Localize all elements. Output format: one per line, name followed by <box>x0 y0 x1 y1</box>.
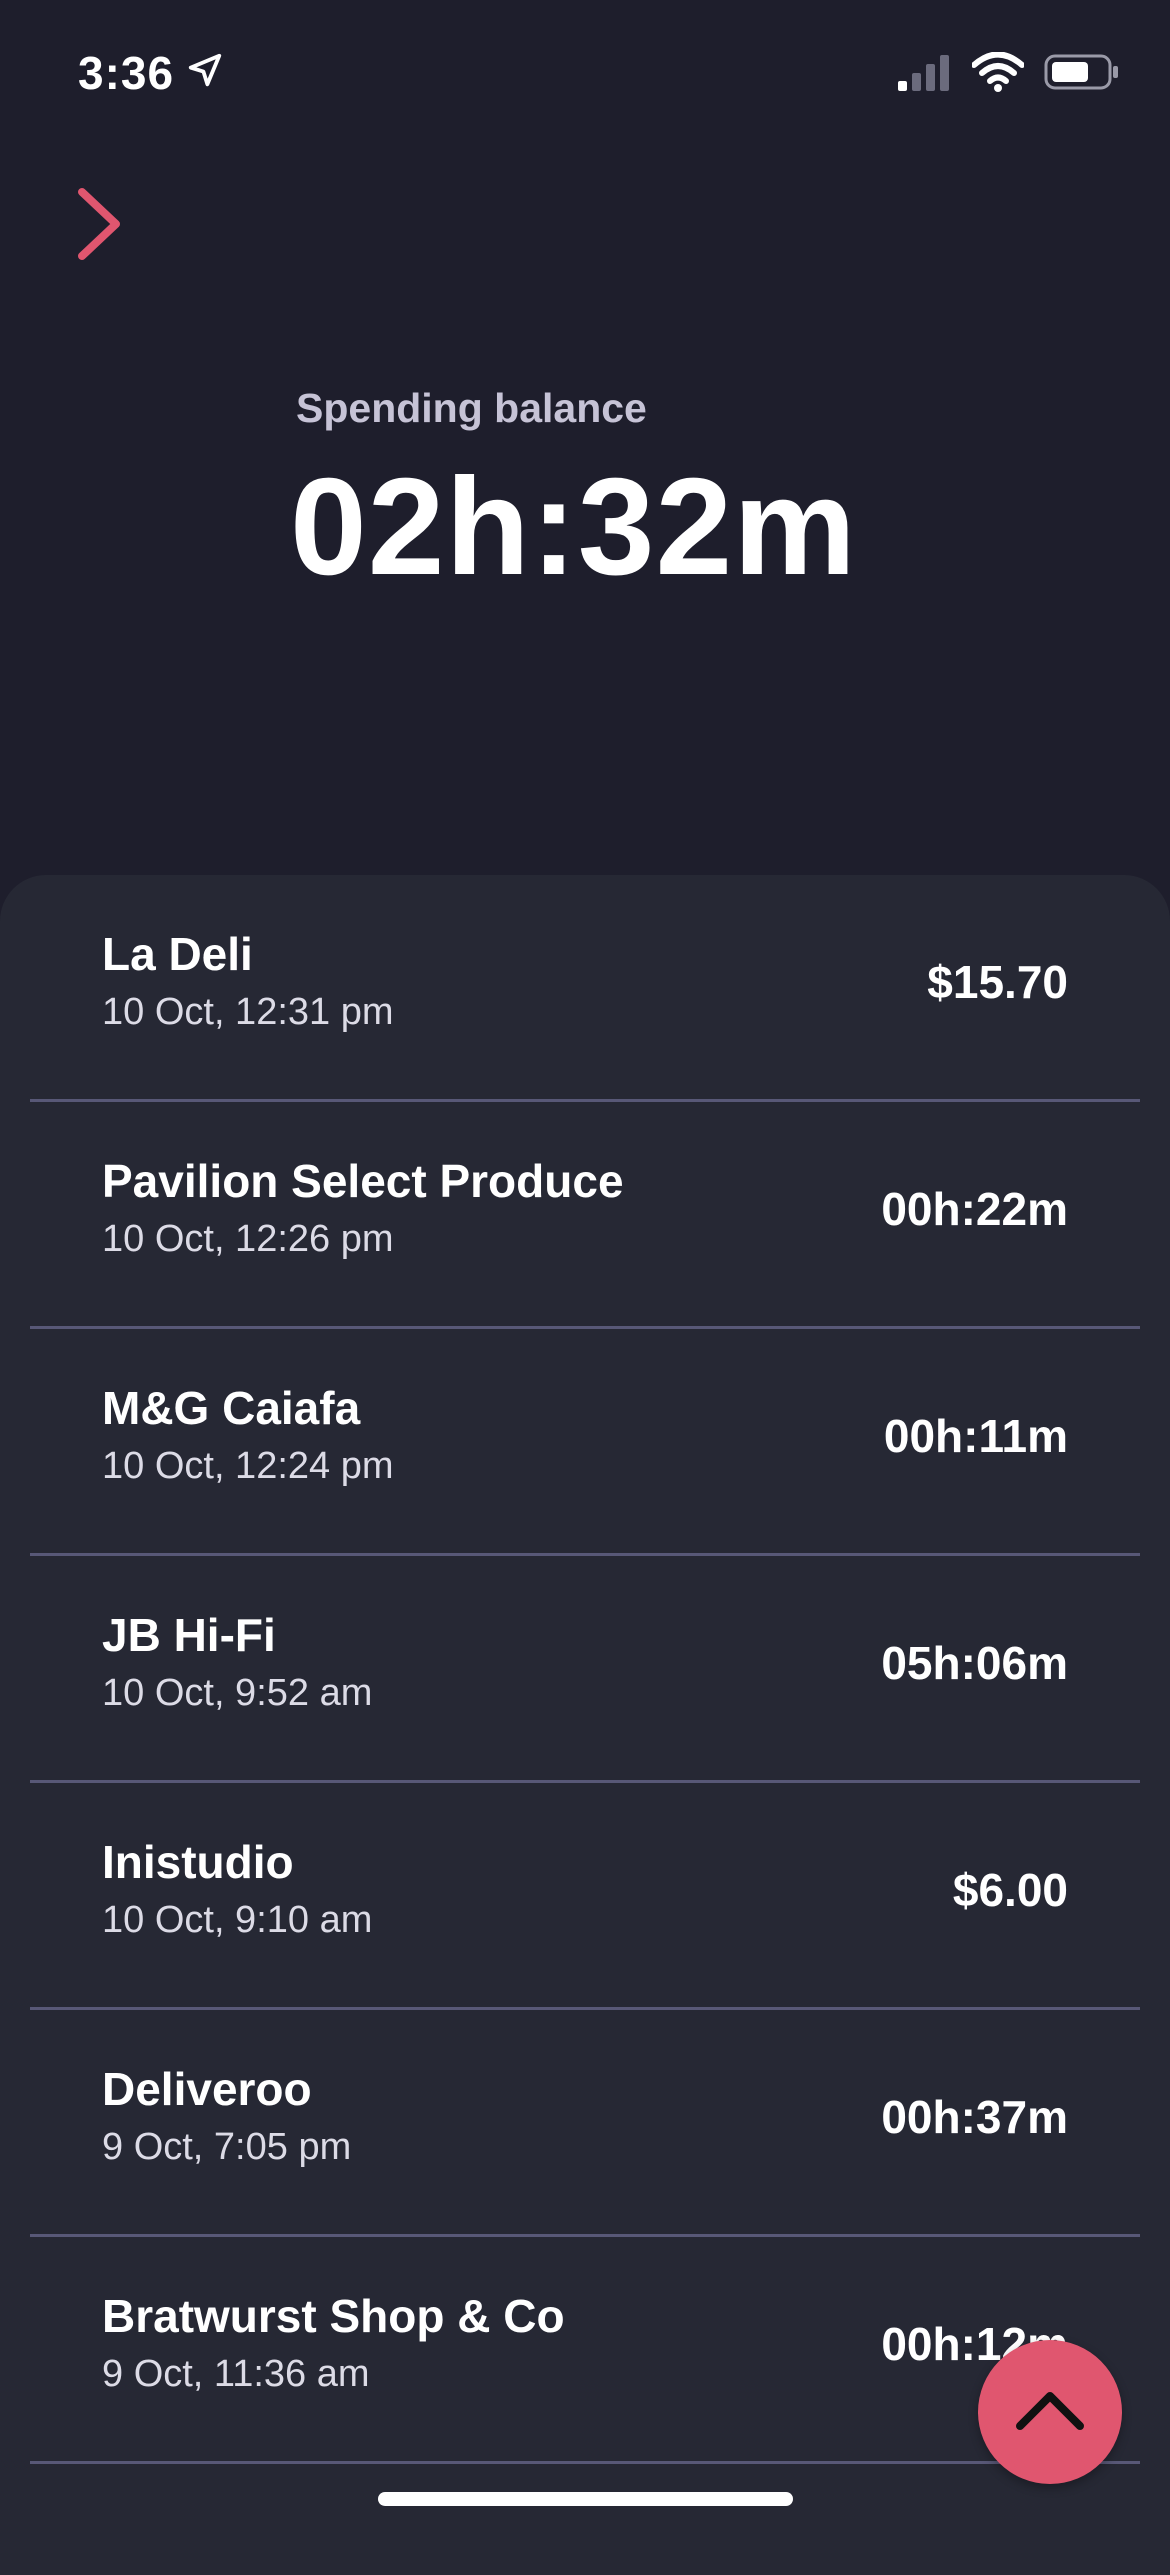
transaction-date: 9 Oct, 7:05 pm <box>102 2126 352 2168</box>
transaction-date: 9 Oct, 11:36 am <box>102 2353 370 2395</box>
status-icons <box>898 51 1120 97</box>
transaction-amount: 00h:37m <box>881 2091 1068 2143</box>
transaction-merchant: M&G Caiafa <box>102 1382 361 1434</box>
transaction-row[interactable]: Pavilion Select Produce 10 Oct, 12:26 pm… <box>30 1102 1140 1329</box>
status-time-text: 3:36 <box>78 47 175 99</box>
cellular-signal-icon <box>898 53 952 96</box>
transaction-date: 10 Oct, 12:26 pm <box>102 1218 394 1260</box>
transaction-amount: $6.00 <box>952 1864 1068 1916</box>
balance-value: 02h:32m <box>290 450 857 604</box>
transaction-date: 10 Oct, 12:31 pm <box>102 991 394 1033</box>
transaction-date: 10 Oct, 9:52 am <box>102 1672 373 1714</box>
transaction-merchant: Inistudio <box>102 1836 294 1888</box>
location-arrow-icon <box>186 46 224 100</box>
back-button[interactable] <box>70 184 130 264</box>
transaction-row[interactable]: M&G Caiafa 10 Oct, 12:24 pm 00h:11m <box>30 1329 1140 1556</box>
transaction-merchant: La Deli <box>102 928 253 980</box>
transaction-date: 10 Oct, 12:24 pm <box>102 1445 394 1487</box>
balance-label: Spending balance <box>296 385 647 431</box>
status-time: 3:36 <box>78 46 224 100</box>
transaction-amount: $15.70 <box>927 956 1068 1008</box>
transaction-merchant: Bratwurst Shop & Co <box>102 2290 565 2342</box>
transaction-row[interactable]: La Deli 10 Oct, 12:31 pm $15.70 <box>30 875 1140 1102</box>
transaction-merchant: Deliveroo <box>102 2063 312 2115</box>
chevron-right-icon <box>70 188 130 268</box>
transaction-row[interactable]: JB Hi-Fi 10 Oct, 9:52 am 05h:06m <box>30 1556 1140 1783</box>
scroll-to-top-button[interactable] <box>978 2340 1122 2484</box>
transaction-amount: 05h:06m <box>881 1637 1068 1689</box>
transaction-amount: 00h:22m <box>881 1183 1068 1235</box>
transaction-amount: 00h:11m <box>883 1410 1068 1462</box>
transaction-merchant: Pavilion Select Produce <box>102 1155 624 1207</box>
transaction-row[interactable]: Deliveroo 9 Oct, 7:05 pm 00h:37m <box>30 2010 1140 2237</box>
battery-icon <box>1044 53 1120 96</box>
transaction-date: 10 Oct, 9:10 am <box>102 1899 373 1941</box>
transaction-row[interactable]: Bratwurst Shop & Co 9 Oct, 11:36 am 00h:… <box>30 2237 1140 2464</box>
chevron-up-icon <box>1014 2388 1086 2437</box>
transaction-merchant: JB Hi-Fi <box>102 1609 276 1661</box>
transaction-row[interactable]: Inistudio 10 Oct, 9:10 am $6.00 <box>30 1783 1140 2010</box>
transaction-list: La Deli 10 Oct, 12:31 pm $15.70 Pavilion… <box>0 875 1170 2575</box>
status-bar: 3:36 <box>0 0 1170 140</box>
home-indicator[interactable] <box>378 2492 793 2506</box>
wifi-icon <box>971 51 1025 97</box>
